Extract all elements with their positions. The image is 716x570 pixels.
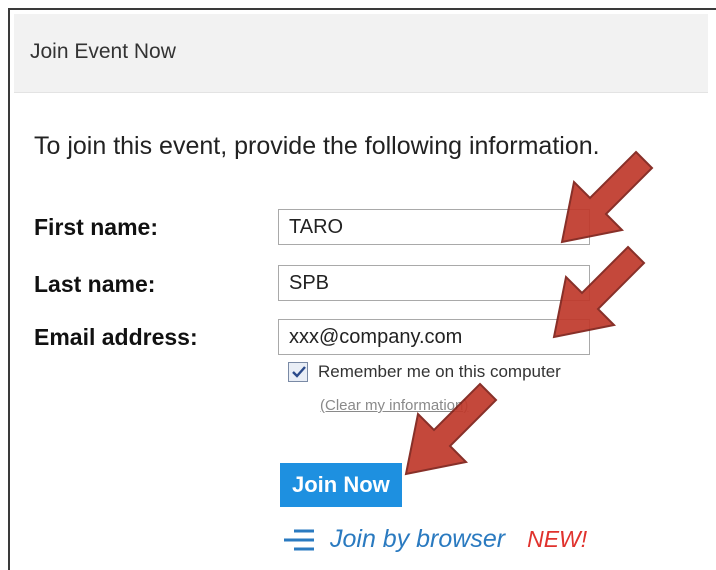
email-field[interactable]: [278, 319, 590, 355]
new-badge: NEW!: [527, 526, 588, 552]
join-now-button[interactable]: Join Now: [280, 463, 402, 507]
panel-header: Join Event Now: [14, 14, 708, 93]
remember-me-checkbox[interactable]: [288, 362, 308, 382]
first-name-label: First name:: [34, 214, 158, 240]
checkmark-icon: [292, 366, 306, 378]
remember-me-label: Remember me on this computer: [318, 362, 561, 381]
first-name-field[interactable]: [278, 209, 590, 245]
browser-lines-icon: [284, 529, 314, 550]
email-label: Email address:: [34, 324, 198, 350]
last-name-label: Last name:: [34, 271, 156, 297]
remember-me-row[interactable]: Remember me on this computer: [288, 362, 561, 382]
intro-text: To join this event, provide the followin…: [34, 132, 600, 160]
last-name-field[interactable]: [278, 265, 590, 301]
clear-info-link[interactable]: (Clear my information): [320, 397, 468, 414]
join-by-browser-row[interactable]: Join by browser NEW!: [282, 525, 587, 554]
join-by-browser-link[interactable]: Join by browser: [330, 525, 505, 554]
panel-title: Join Event Now: [30, 40, 176, 63]
